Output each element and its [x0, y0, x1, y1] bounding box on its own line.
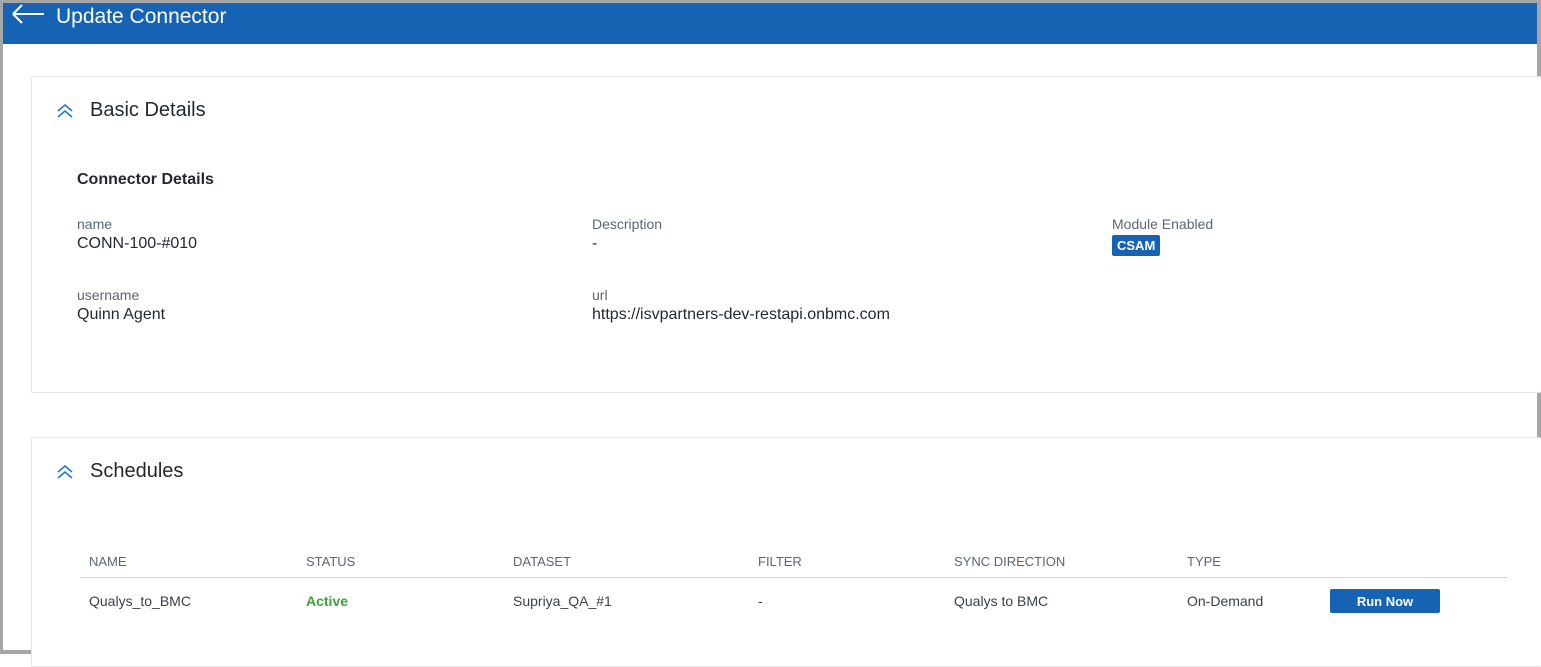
cell-dataset: Supriya_QA_#1 [513, 593, 612, 609]
schedules-toggle[interactable]: Schedules [56, 460, 183, 483]
url-field: url https://isvpartners-dev-restapi.onbm… [592, 287, 890, 324]
cell-type: On-Demand [1187, 593, 1264, 609]
col-filter: FILTER [749, 548, 945, 578]
col-name: NAME [80, 548, 297, 578]
field-label: username [77, 287, 140, 303]
cell-sync-direction: Qualys to BMC [954, 593, 1049, 609]
field-value: Quinn Agent [77, 306, 166, 323]
col-type: TYPE [1178, 548, 1321, 578]
col-action [1321, 548, 1508, 578]
field-value: https://isvpartners-dev-restapi.onbmc.co… [592, 306, 890, 323]
field-label: url [592, 287, 608, 303]
description-field: Description - [592, 216, 662, 253]
col-dataset: DATASET [504, 548, 749, 578]
field-label: Description [592, 216, 663, 232]
chevron-double-up-icon[interactable] [56, 102, 74, 120]
module-enabled-field: Module Enabled CSAM [1112, 216, 1213, 256]
table-header-row: NAME STATUS DATASET FILTER SYNC DIRECTIO… [80, 548, 1508, 578]
app-header: Update Connector [3, 3, 1537, 44]
section-title: Basic Details [90, 99, 206, 121]
schedules-table: NAME STATUS DATASET FILTER SYNC DIRECTIO… [80, 548, 1508, 624]
field-label: Module Enabled [1112, 216, 1214, 232]
back-arrow-icon[interactable] [11, 3, 45, 25]
field-label: name [77, 216, 113, 232]
status-badge: Active [306, 593, 349, 609]
cell-action: Run Now [1321, 578, 1508, 625]
name-field: name CONN-100-#010 [77, 216, 197, 253]
cell-name: Qualys_to_BMC [89, 593, 191, 609]
col-sync-direction: SYNC DIRECTION [945, 548, 1178, 578]
basic-details-card: Basic Details Connector Details name CON… [31, 76, 1541, 393]
run-now-button[interactable]: Run Now [1330, 589, 1440, 613]
col-status: STATUS [297, 548, 504, 578]
schedules-card: Schedules NAME STATUS DATASET FILTER SYN… [31, 437, 1541, 667]
basic-details-toggle[interactable]: Basic Details [56, 99, 206, 122]
chevron-double-up-icon[interactable] [56, 463, 74, 481]
username-field: username Quinn Agent [77, 287, 165, 324]
module-badge: CSAM [1112, 235, 1161, 256]
connector-details-heading: Connector Details [77, 171, 214, 188]
section-title: Schedules [90, 460, 184, 482]
page-title: Update Connector [56, 5, 227, 28]
table-row: Qualys_to_BMC Active Supriya_QA_#1 - Qua… [80, 578, 1508, 625]
cell-filter: - [758, 593, 763, 609]
field-value: CONN-100-#010 [77, 235, 198, 252]
field-value: - [592, 235, 598, 252]
